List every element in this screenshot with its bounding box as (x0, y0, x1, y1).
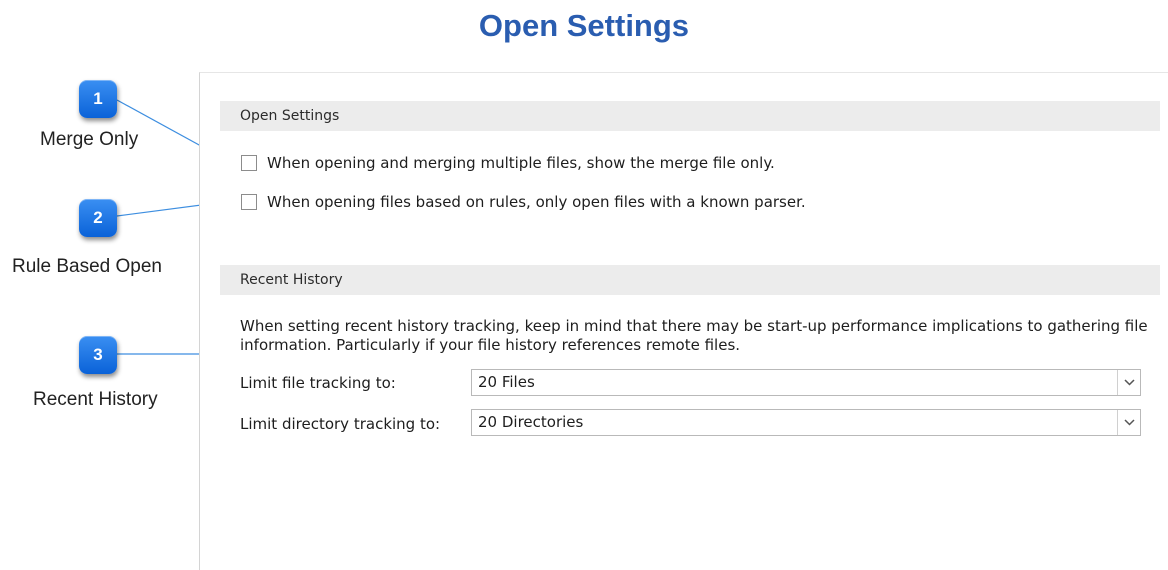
recent-history-section-header: Recent History (220, 265, 1160, 295)
settings-panel: Open Settings When opening and merging m… (199, 72, 1168, 570)
callout-badge-2: 2 (79, 199, 117, 237)
open-settings-section-header: Open Settings (220, 101, 1160, 131)
merge-only-checkbox[interactable] (241, 155, 257, 171)
callout-label-rule-based-open: Rule Based Open (12, 256, 162, 277)
chevron-down-icon[interactable] (1117, 370, 1140, 395)
merge-only-option[interactable]: When opening and merging multiple files,… (241, 154, 775, 172)
callout-badge-1: 1 (79, 80, 117, 118)
recent-history-info-text: When setting recent history tracking, ke… (240, 317, 1148, 354)
callout-label-recent-history: Recent History (33, 389, 158, 410)
callout-label-merge-only: Merge Only (40, 129, 139, 150)
file-tracking-label: Limit file tracking to: (240, 374, 396, 392)
callout-badge-3: 3 (79, 336, 117, 374)
rule-based-open-option[interactable]: When opening files based on rules, only … (241, 193, 806, 211)
merge-only-label: When opening and merging multiple files,… (267, 154, 775, 172)
chevron-down-icon[interactable] (1117, 410, 1140, 435)
page-title: Open Settings (478, 8, 690, 43)
directory-tracking-label: Limit directory tracking to: (240, 415, 441, 433)
directory-tracking-value: 20 Directories (478, 413, 584, 431)
directory-tracking-select[interactable]: 20 Directories (471, 409, 1141, 436)
rule-based-open-label: When opening files based on rules, only … (267, 193, 806, 211)
rule-based-open-checkbox[interactable] (241, 194, 257, 210)
file-tracking-select[interactable]: 20 Files (471, 369, 1141, 396)
file-tracking-value: 20 Files (478, 373, 535, 391)
